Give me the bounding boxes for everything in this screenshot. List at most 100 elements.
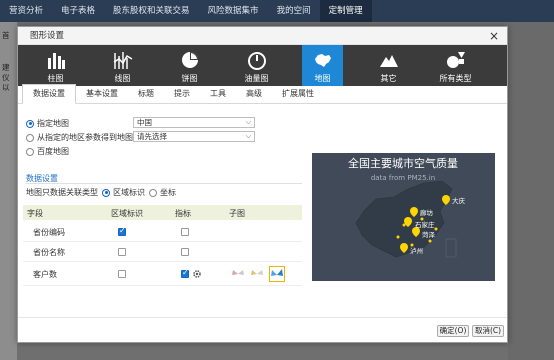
map-preview-graphic: 全国主要城市空气质量 data from PM25.in 大庆 廊坊 石家庄 菏… xyxy=(312,153,495,281)
chart-type-bar: 柱图 线图 饼图 油量图 地图 其它 所有类型 xyxy=(18,45,507,86)
chart-type-other[interactable]: 其它 xyxy=(355,45,422,86)
tab-extended-properties[interactable]: 扩展属性 xyxy=(272,88,324,103)
map-preview: 全国主要城市空气质量 data from PM25.in 大庆 廊坊 石家庄 菏… xyxy=(312,153,495,281)
region-id-checkbox[interactable] xyxy=(118,270,126,278)
nav-item-shareholders[interactable]: 股东股权和关联交易 xyxy=(104,0,199,22)
settings-tabs: 数据设置 基本设置 标题 提示 工具 高级 扩展属性 xyxy=(18,84,507,104)
tab-data-settings[interactable]: 数据设置 xyxy=(22,84,76,104)
table-row: 客户数 xyxy=(23,262,302,286)
map-source-option-baidu[interactable]: 百度地图 xyxy=(26,146,69,157)
close-icon[interactable]: × xyxy=(489,27,499,45)
radio-coordinates[interactable] xyxy=(149,188,157,197)
dialog-title: 图形设置 xyxy=(30,31,65,41)
column-header-region-id: 区域标识 xyxy=(111,209,143,218)
tab-tools[interactable]: 工具 xyxy=(200,88,236,103)
city-point xyxy=(396,235,400,239)
chart-type-map[interactable]: 地图 xyxy=(302,45,343,86)
city-label: 石家庄 xyxy=(415,220,435,229)
chart-type-label: 油量图 xyxy=(244,74,269,83)
nav-item-business-analysis[interactable]: 营资分析 xyxy=(0,0,52,22)
city-point xyxy=(428,239,432,243)
radio-region-id-label: 区域标识 xyxy=(113,188,145,197)
chart-type-gauge[interactable]: 油量图 xyxy=(223,45,290,86)
map-icon xyxy=(314,54,331,67)
radio-region-id[interactable] xyxy=(102,188,110,197)
map-source-option-specified[interactable]: 指定地图 xyxy=(26,118,69,129)
map-select-value: 中国 xyxy=(137,118,152,127)
column-header-field: 字段 xyxy=(27,209,43,218)
nav-item-spreadsheet[interactable]: 电子表格 xyxy=(52,0,104,22)
metric-checkbox[interactable] xyxy=(181,268,189,278)
radio-specified-map[interactable] xyxy=(26,119,34,128)
mountain-icon xyxy=(379,55,398,67)
data-type-row: 地图只数据关联类型 区域标识 坐标 xyxy=(26,187,176,198)
chart-type-label: 地图 xyxy=(314,74,331,83)
column-header-metric: 指标 xyxy=(175,209,191,218)
field-name: 省份编码 xyxy=(33,228,65,237)
region-param-select-value: 请先选择 xyxy=(137,132,167,141)
option-label: 指定地图 xyxy=(37,119,69,128)
gauge-icon xyxy=(247,52,266,70)
radio-baidu-map[interactable] xyxy=(26,147,34,156)
chart-type-label: 线图 xyxy=(114,74,131,83)
data-type-label: 地图只数据关联类型 xyxy=(26,188,98,197)
chart-type-label: 所有类型 xyxy=(439,74,472,83)
field-name: 省份名称 xyxy=(33,248,65,257)
metric-checkbox[interactable] xyxy=(181,228,189,236)
tab-tooltip[interactable]: 提示 xyxy=(164,88,200,103)
nav-item-custom-management[interactable]: 定制管理 xyxy=(319,0,372,22)
butterfly-icon[interactable] xyxy=(231,267,245,281)
right-strip xyxy=(508,22,554,360)
tab-basic-settings[interactable]: 基本设置 xyxy=(76,88,128,103)
city-label: 泸州 xyxy=(410,246,423,255)
region-param-select[interactable]: 请先选择 ⌵ xyxy=(133,131,255,142)
ok-button[interactable]: 确定(O) xyxy=(437,325,469,337)
top-navigation: 营资分析 电子表格 股东股权和关联交易 风险数据集市 我的空间 定制管理 xyxy=(0,0,554,22)
chart-settings-dialog: 图形设置 × 柱图 线图 饼图 油量图 地图 其它 所有类型 数据设置 基本设置… xyxy=(17,26,508,343)
bar-chart-icon xyxy=(47,53,65,69)
tab-advanced[interactable]: 高级 xyxy=(236,88,272,103)
cancel-button[interactable]: 取消(C) xyxy=(472,325,504,337)
chart-type-label: 柱图 xyxy=(47,74,64,83)
gear-icon[interactable] xyxy=(192,269,202,279)
section-divider xyxy=(26,183,302,184)
dialog-titlebar: 图形设置 × xyxy=(18,27,507,45)
chart-type-all[interactable]: 所有类型 xyxy=(422,45,489,86)
chart-type-label: 饼图 xyxy=(181,74,198,83)
left-strip-text: 以 xyxy=(2,83,10,92)
metric-checkbox[interactable] xyxy=(181,248,189,256)
city-label: 大庆 xyxy=(452,196,466,205)
left-strip-text: 首 xyxy=(2,31,10,40)
butterfly-icon-selected[interactable] xyxy=(269,266,285,282)
tab-title[interactable]: 标题 xyxy=(128,88,164,103)
line-chart-icon xyxy=(113,52,132,69)
chevron-down-icon: ⌵ xyxy=(245,132,251,140)
radio-param-map[interactable] xyxy=(26,133,34,142)
nav-item-my-space[interactable]: 我的空间 xyxy=(268,0,320,22)
table-row: 省份名称 xyxy=(23,242,302,262)
field-name: 客户数 xyxy=(33,270,57,279)
chart-type-pie-chart[interactable]: 饼图 xyxy=(156,45,223,86)
nav-item-risk-data-mart[interactable]: 风险数据集市 xyxy=(199,0,268,22)
option-label: 从指定的地区参数得到地图 xyxy=(37,133,133,142)
butterfly-icon[interactable] xyxy=(250,267,264,281)
chart-type-bar-chart[interactable]: 柱图 xyxy=(22,45,89,86)
left-strip: 首 建 仪 以 xyxy=(0,22,17,360)
option-label: 百度地图 xyxy=(37,147,69,156)
city-point xyxy=(402,223,406,227)
footer-divider xyxy=(18,317,507,318)
chart-type-label: 其它 xyxy=(380,74,397,83)
city-label: 廊坊 xyxy=(420,208,434,217)
table-row: 省份编码 xyxy=(23,222,302,242)
city-label: 菏泽 xyxy=(422,230,436,239)
map-subtitle: data from PM25.in xyxy=(371,174,435,182)
region-id-checkbox[interactable] xyxy=(118,226,126,236)
region-id-checkbox[interactable] xyxy=(118,248,126,256)
shapes-icon xyxy=(446,52,465,68)
map-source-option-param[interactable]: 从指定的地区参数得到地图 xyxy=(26,132,133,143)
radio-coordinates-label: 坐标 xyxy=(160,188,176,197)
pie-chart-icon xyxy=(181,52,198,68)
map-select[interactable]: 中国 ⌵ xyxy=(133,117,255,128)
chart-type-line-chart[interactable]: 线图 xyxy=(89,45,156,86)
field-grid-header: 字段 区域标识 指标 子图 xyxy=(23,205,302,220)
